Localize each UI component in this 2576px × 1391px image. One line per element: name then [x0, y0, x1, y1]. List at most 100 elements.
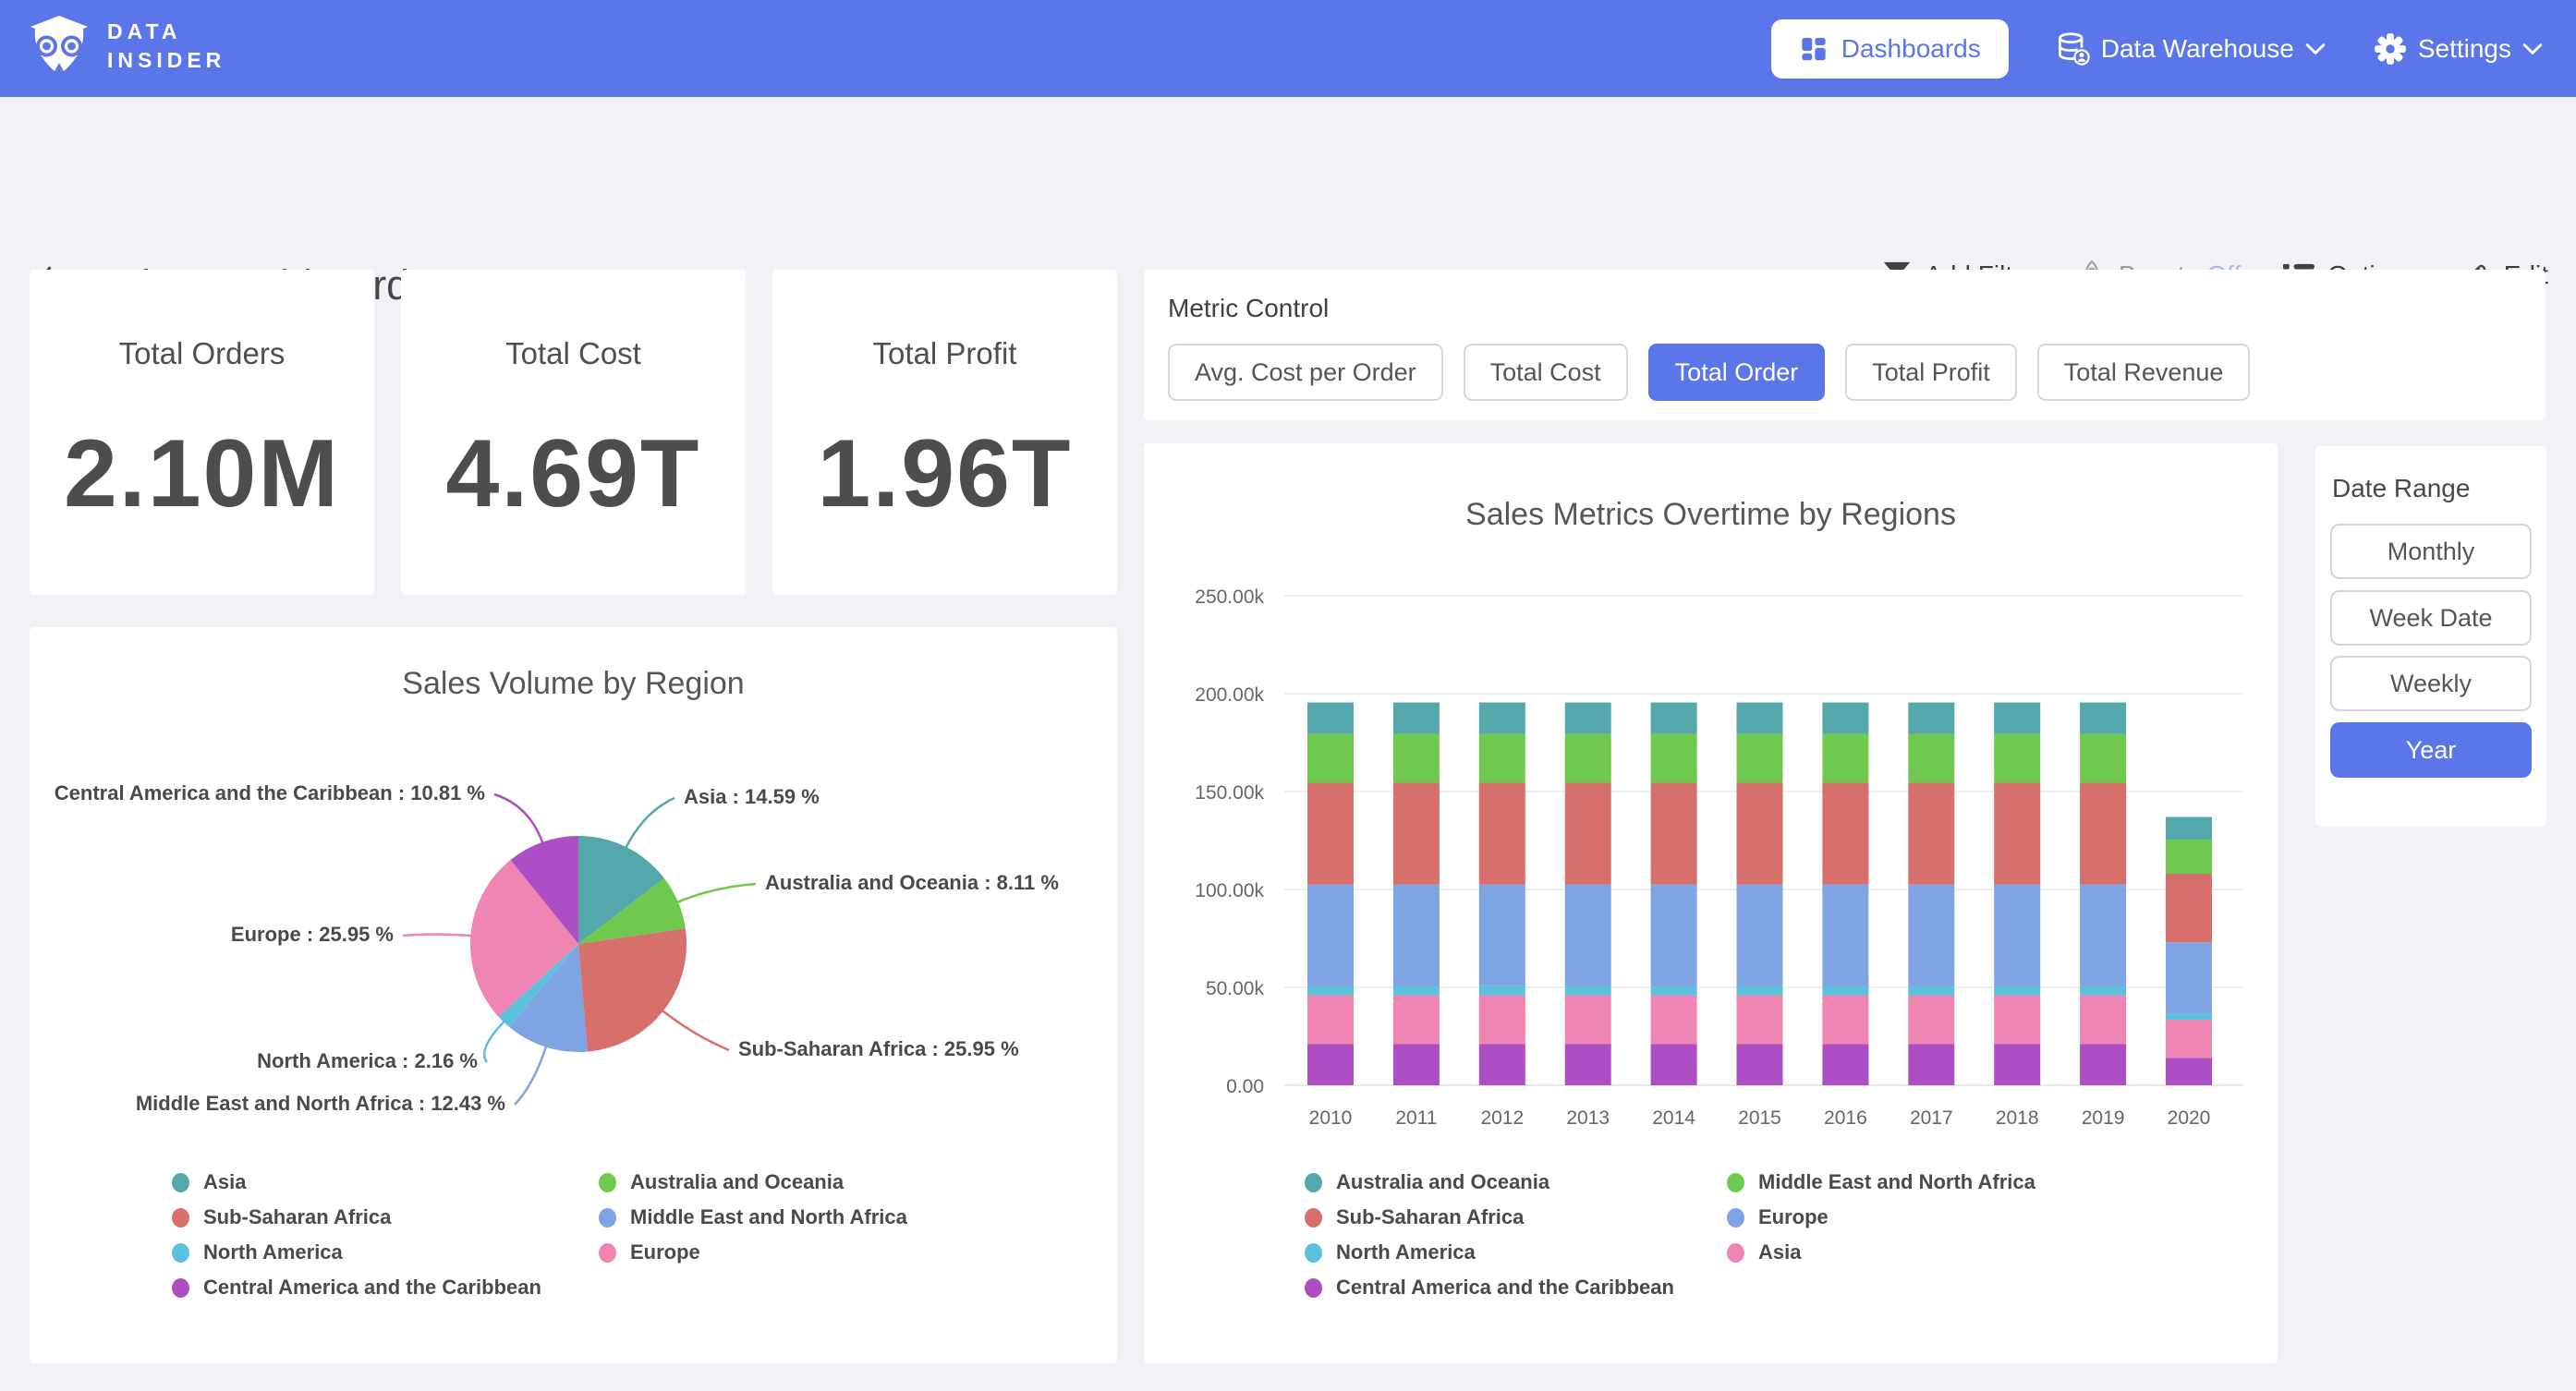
bar-segment-north-america[interactable]: [2080, 986, 2126, 996]
date-range-panel: Date Range MonthlyWeek DateWeeklyYear: [2315, 446, 2546, 827]
bar-segment-europe[interactable]: [1994, 885, 2040, 986]
bar-segment-sub-saharan-africa[interactable]: [1994, 782, 2040, 884]
date-range-button-monthly[interactable]: Monthly: [2330, 524, 2532, 579]
bar-segment-australia-and-oceania[interactable]: [1565, 703, 1611, 734]
bar-segment-asia[interactable]: [1651, 995, 1697, 1044]
bar-segment-asia[interactable]: [1479, 995, 1525, 1044]
bar-segment-sub-saharan-africa[interactable]: [1822, 782, 1868, 884]
bar-segment-north-america[interactable]: [1994, 986, 2040, 996]
bar-segment-australia-and-oceania[interactable]: [1307, 703, 1354, 734]
bar-segment-middle-east-and-north-africa[interactable]: [1393, 733, 1440, 782]
bar-segment-sub-saharan-africa[interactable]: [2166, 874, 2212, 942]
metric-chip-total-cost[interactable]: Total Cost: [1464, 344, 1628, 401]
bar-segment-europe[interactable]: [1651, 885, 1697, 986]
bar-segment-europe[interactable]: [1307, 885, 1354, 986]
bar-segment-middle-east-and-north-africa[interactable]: [1307, 733, 1354, 782]
bar-segment-north-america[interactable]: [1651, 986, 1697, 996]
bar-segment-sub-saharan-africa[interactable]: [1393, 782, 1440, 884]
bar-segment-asia[interactable]: [1565, 995, 1611, 1044]
bar-segment-asia[interactable]: [2166, 1020, 2212, 1058]
bar-segment-middle-east-and-north-africa[interactable]: [1737, 733, 1783, 782]
metric-chip-total-profit[interactable]: Total Profit: [1845, 344, 2017, 401]
bar-segment-europe[interactable]: [1822, 885, 1868, 986]
legend-label: North America: [1336, 1240, 1476, 1264]
bar-segment-australia-and-oceania[interactable]: [1822, 703, 1868, 734]
pie-slice-label: Australia and Oceania : 8.11 %: [765, 871, 1059, 895]
bar-segment-asia[interactable]: [1307, 995, 1354, 1044]
bar-segment-australia-and-oceania[interactable]: [1479, 703, 1525, 734]
bar-segment-middle-east-and-north-africa[interactable]: [2166, 840, 2212, 874]
bar-segment-central-america-and-the-caribbean[interactable]: [2080, 1044, 2126, 1085]
kpi-value: 1.96T: [818, 419, 1073, 529]
bar-segment-australia-and-oceania[interactable]: [2080, 703, 2126, 734]
bar-segment-australia-and-oceania[interactable]: [1651, 703, 1697, 734]
bar-segment-north-america[interactable]: [2166, 1014, 2212, 1020]
pie-slice-sub-saharan-africa[interactable]: [578, 928, 687, 1051]
x-axis-tick-label: 2017: [1910, 1107, 1953, 1129]
bar-segment-europe[interactable]: [2080, 885, 2126, 986]
bar-segment-central-america-and-the-caribbean[interactable]: [1307, 1044, 1354, 1085]
y-axis-tick-label: 100.00k: [1195, 880, 1264, 901]
bar-segment-central-america-and-the-caribbean[interactable]: [2166, 1058, 2212, 1085]
bar-segment-sub-saharan-africa[interactable]: [1651, 782, 1697, 884]
bar-segment-central-america-and-the-caribbean[interactable]: [1479, 1044, 1525, 1085]
kpi-label: Total Cost: [505, 336, 641, 371]
metric-chip-total-order[interactable]: Total Order: [1648, 344, 1826, 401]
nav-item-settings[interactable]: Settings: [2374, 32, 2543, 66]
bar-segment-north-america[interactable]: [1565, 986, 1611, 996]
bar-segment-europe[interactable]: [1479, 885, 1525, 986]
bar-segment-australia-and-oceania[interactable]: [1994, 703, 2040, 734]
bar-segment-middle-east-and-north-africa[interactable]: [2080, 733, 2126, 782]
bar-segment-europe[interactable]: [1393, 885, 1440, 986]
bar-segment-europe[interactable]: [1565, 885, 1611, 986]
bar-segment-north-america[interactable]: [1822, 986, 1868, 996]
bar-segment-north-america[interactable]: [1307, 986, 1354, 996]
bar-segment-north-america[interactable]: [1737, 986, 1783, 996]
bar-segment-sub-saharan-africa[interactable]: [1737, 782, 1783, 884]
bar-segment-australia-and-oceania[interactable]: [1737, 703, 1783, 734]
nav-item-dashboards[interactable]: Dashboards: [1771, 19, 2009, 79]
bar-segment-asia[interactable]: [1908, 995, 1954, 1044]
bar-segment-middle-east-and-north-africa[interactable]: [1908, 733, 1954, 782]
bar-segment-sub-saharan-africa[interactable]: [1908, 782, 1954, 884]
bar-segment-central-america-and-the-caribbean[interactable]: [1393, 1044, 1440, 1085]
bar-segment-sub-saharan-africa[interactable]: [2080, 782, 2126, 884]
bar-segment-europe[interactable]: [1737, 885, 1783, 986]
bar-segment-australia-and-oceania[interactable]: [1908, 703, 1954, 734]
nav-item-data-warehouse[interactable]: Data Warehouse: [2057, 31, 2326, 67]
bar-segment-asia[interactable]: [1994, 995, 2040, 1044]
bar-segment-asia[interactable]: [1822, 995, 1868, 1044]
bar-segment-north-america[interactable]: [1393, 986, 1440, 996]
legend-item: Sub-Saharan Africa: [172, 1200, 541, 1235]
bar-segment-asia[interactable]: [2080, 995, 2126, 1044]
bar-segment-australia-and-oceania[interactable]: [2166, 817, 2212, 840]
metric-chip-avg-cost-per-order[interactable]: Avg. Cost per Order: [1168, 344, 1443, 401]
bar-segment-central-america-and-the-caribbean[interactable]: [1651, 1044, 1697, 1085]
bar-segment-asia[interactable]: [1393, 995, 1440, 1044]
bar-segment-central-america-and-the-caribbean[interactable]: [1565, 1044, 1611, 1085]
bar-segment-middle-east-and-north-africa[interactable]: [1651, 733, 1697, 782]
date-range-button-week-date[interactable]: Week Date: [2330, 590, 2532, 646]
bar-segment-sub-saharan-africa[interactable]: [1565, 782, 1611, 884]
bar-segment-europe[interactable]: [1908, 885, 1954, 986]
bar-segment-europe[interactable]: [2166, 942, 2212, 1013]
bar-segment-sub-saharan-africa[interactable]: [1307, 782, 1354, 884]
chevron-down-icon: [2305, 42, 2326, 55]
bar-segment-australia-and-oceania[interactable]: [1393, 703, 1440, 734]
bar-segment-middle-east-and-north-africa[interactable]: [1822, 733, 1868, 782]
pie-label-leader-line: [662, 1010, 729, 1051]
bar-segment-asia[interactable]: [1737, 995, 1783, 1044]
bar-segment-north-america[interactable]: [1908, 986, 1954, 996]
bar-segment-central-america-and-the-caribbean[interactable]: [1737, 1044, 1783, 1085]
date-range-button-year[interactable]: Year: [2330, 722, 2532, 778]
bar-segment-central-america-and-the-caribbean[interactable]: [1994, 1044, 2040, 1085]
bar-segment-middle-east-and-north-africa[interactable]: [1479, 733, 1525, 782]
bar-segment-central-america-and-the-caribbean[interactable]: [1908, 1044, 1954, 1085]
bar-segment-central-america-and-the-caribbean[interactable]: [1822, 1044, 1868, 1085]
metric-chip-total-revenue[interactable]: Total Revenue: [2037, 344, 2251, 401]
bar-segment-sub-saharan-africa[interactable]: [1479, 782, 1525, 884]
bar-segment-middle-east-and-north-africa[interactable]: [1994, 733, 2040, 782]
bar-segment-middle-east-and-north-africa[interactable]: [1565, 733, 1611, 782]
bar-segment-north-america[interactable]: [1479, 986, 1525, 996]
date-range-button-weekly[interactable]: Weekly: [2330, 656, 2532, 711]
